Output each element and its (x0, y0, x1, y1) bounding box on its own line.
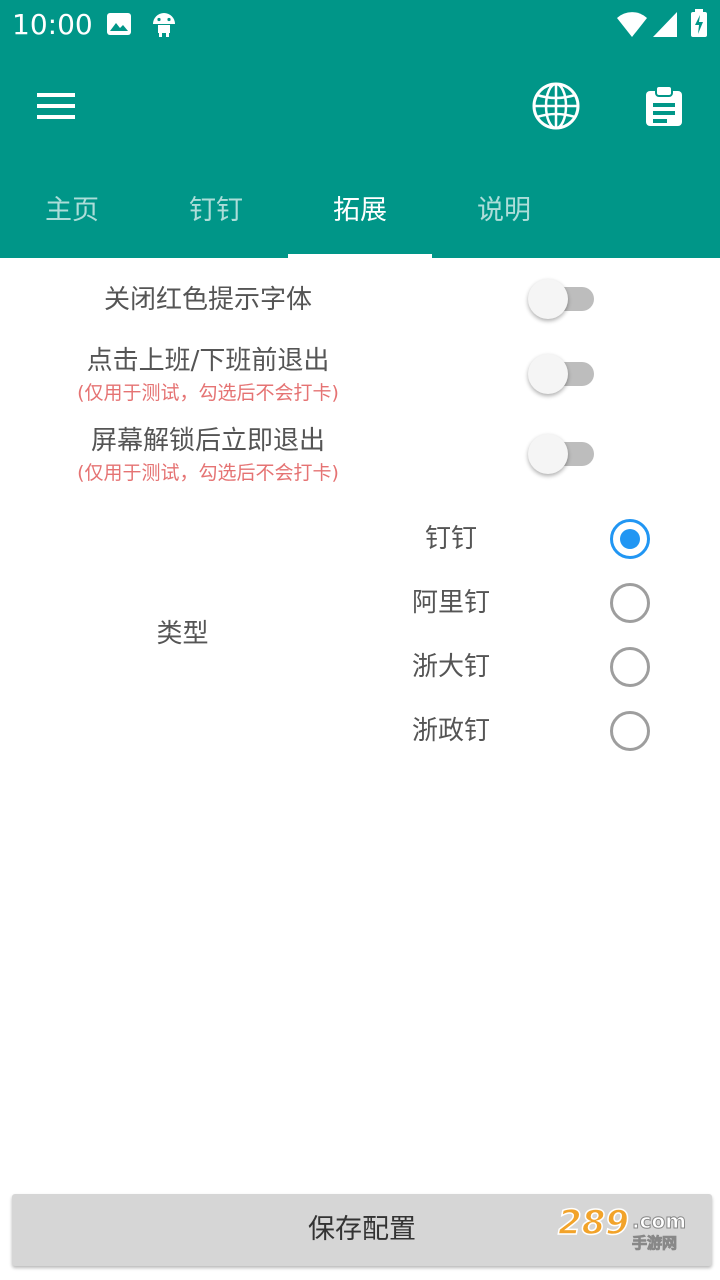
switch-disable-red-font[interactable] (528, 279, 598, 319)
tab-label: 拓展 (333, 195, 387, 226)
radio-zhezheng-ding[interactable]: 浙政钉 (380, 701, 670, 761)
battery-charging-icon (691, 9, 707, 37)
setting-label-exit-before-clock: 点击上班/下班前退出 (86, 346, 330, 376)
tab-dingtalk[interactable]: 钉钉 (144, 172, 288, 258)
tab-indicator (288, 254, 432, 259)
signal-icon (653, 12, 677, 37)
menu-icon (37, 93, 75, 119)
setting-label-exit-after-unlock: 屏幕解锁后立即退出 (90, 426, 325, 456)
radio-label: 浙大钉 (411, 652, 490, 682)
radio-label: 阿里钉 (411, 588, 490, 618)
svg-text:.com: .com (632, 1209, 686, 1233)
radio-ali-ding[interactable]: 阿里钉 (380, 573, 670, 633)
language-button[interactable] (528, 78, 584, 134)
switch-thumb (528, 279, 568, 319)
setting-label-disable-red-font: 关闭红色提示字体 (103, 285, 312, 315)
globe-icon (532, 82, 580, 130)
clipboard-button[interactable] (636, 78, 692, 134)
tab-instructions[interactable]: 说明 (432, 172, 576, 258)
type-label: 类型 (156, 619, 209, 649)
radio-zheda-ding[interactable]: 浙大钉 (380, 637, 670, 697)
tab-label: 说明 (477, 195, 531, 226)
setting-hint-test-only: (仅用于测试，勾选后不会打卡) (77, 462, 339, 484)
switch-exit-before-clock[interactable] (528, 354, 598, 394)
switch-thumb (528, 354, 568, 394)
radio-dingtalk[interactable]: 钉钉 (380, 509, 670, 569)
radio-button[interactable] (610, 647, 650, 687)
image-icon (107, 13, 131, 35)
app-bar: 10:00 主页 钉钉 拓展 说明 (0, 0, 720, 259)
radio-label: 浙政钉 (411, 716, 490, 746)
radio-button[interactable] (610, 519, 650, 559)
svg-text:手游网: 手游网 (632, 1234, 677, 1252)
tab-home[interactable]: 主页 (0, 172, 144, 258)
menu-button[interactable] (28, 78, 84, 134)
switch-thumb (528, 434, 568, 474)
tab-extension[interactable]: 拓展 (288, 172, 432, 258)
radio-label: 钉钉 (424, 524, 477, 554)
svg-text:289: 289 (558, 1203, 629, 1243)
radio-button[interactable] (610, 583, 650, 623)
tab-bar: 主页 钉钉 拓展 说明 (0, 172, 720, 259)
tab-label: 主页 (45, 195, 99, 226)
wifi-icon (617, 12, 647, 38)
setting-hint-test-only: (仅用于测试，勾选后不会打卡) (77, 382, 339, 404)
clipboard-icon (646, 85, 682, 126)
radio-button[interactable] (610, 711, 650, 751)
status-time: 10:00 (12, 8, 93, 41)
android-icon (153, 13, 175, 37)
switch-exit-after-unlock[interactable] (528, 434, 598, 474)
status-bar: 10:00 (0, 0, 720, 50)
watermark-logo: 289 .com 手游网 (557, 1202, 686, 1252)
tab-label: 钉钉 (189, 195, 243, 226)
